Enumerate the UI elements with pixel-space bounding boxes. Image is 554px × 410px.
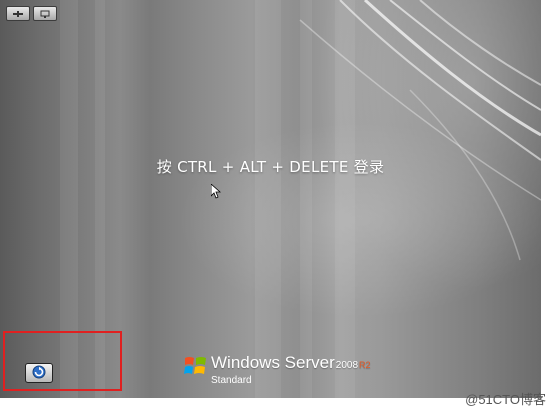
mouse-cursor-icon: [210, 183, 222, 203]
ease-of-access-button[interactable]: [25, 363, 53, 383]
login-screen: 按 CTRL + ALT + DELETE 登录 Windows Server2…: [0, 0, 541, 398]
windows-flag-logo: [183, 355, 209, 383]
watermark: @51CTO博客: [465, 392, 546, 407]
pin-icon: [12, 10, 24, 18]
highlight-box: [3, 331, 122, 391]
product-name: Windows Server2008R2: [211, 353, 371, 372]
edition-label: Standard: [211, 375, 252, 386]
ease-of-access-icon: [32, 364, 46, 383]
login-prompt: 按 CTRL + ALT + DELETE 登录: [156, 158, 385, 176]
connection-bar: [6, 6, 57, 21]
monitor-button[interactable]: [33, 6, 57, 21]
pin-button[interactable]: [6, 6, 30, 21]
monitor-icon: [39, 10, 51, 18]
